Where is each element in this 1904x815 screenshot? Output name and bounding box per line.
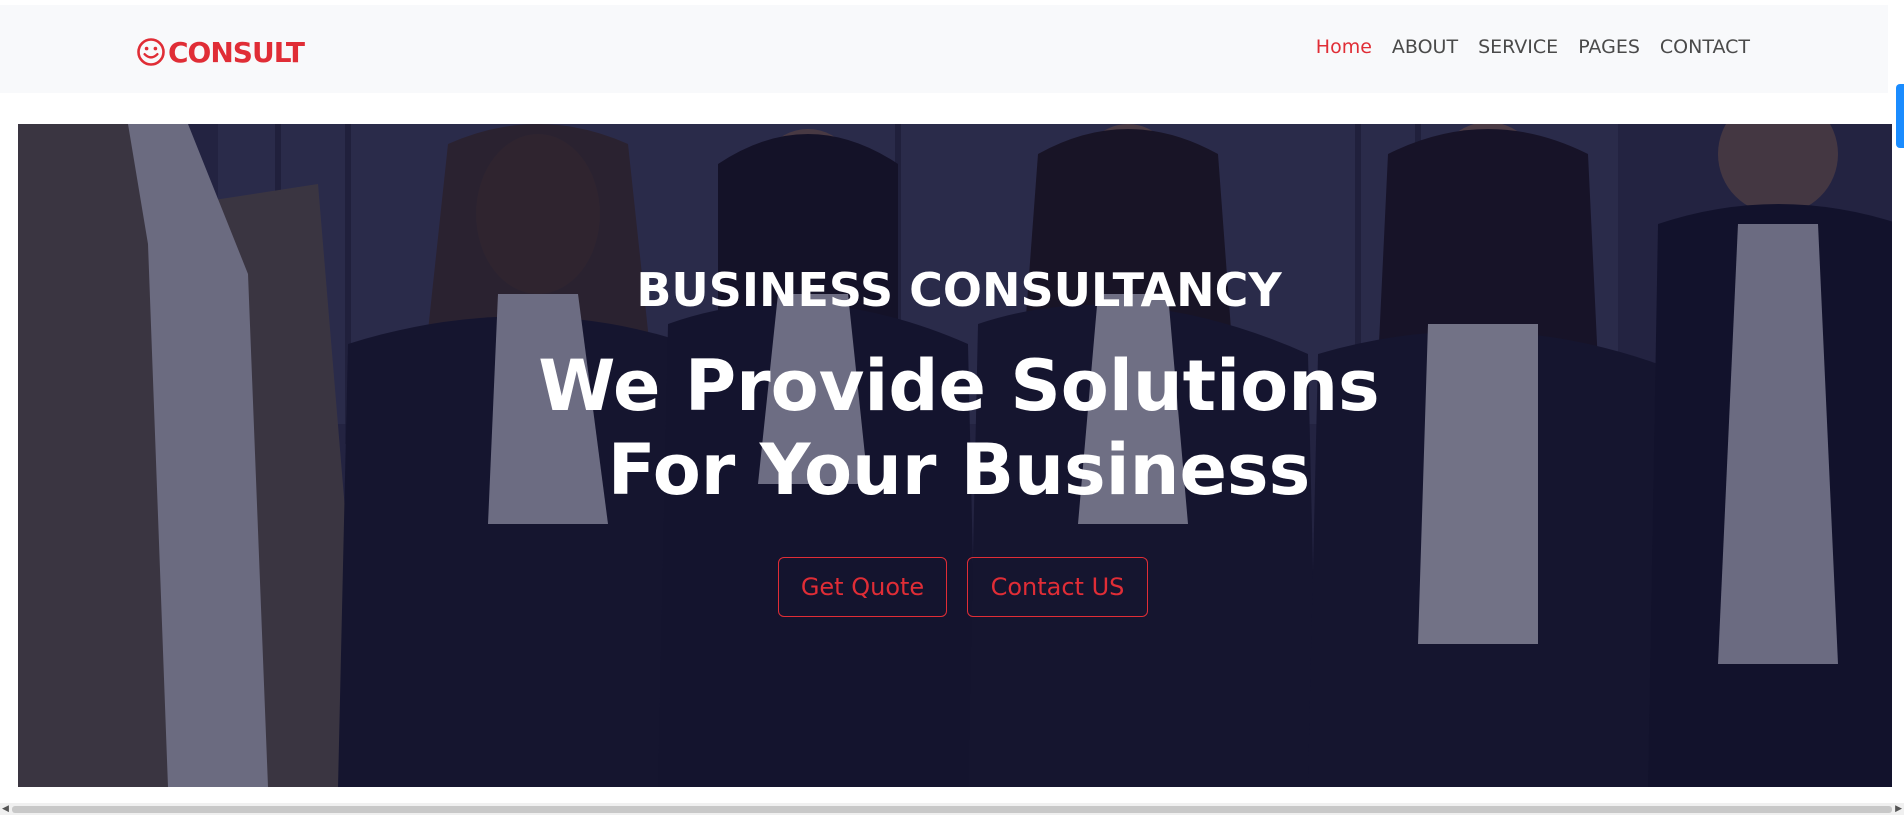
hero-title-line-1: We Provide Solutions bbox=[538, 345, 1380, 427]
horizontal-scrollbar[interactable]: ◀ ▶ bbox=[0, 803, 1904, 815]
hero-buttons: Get Quote Contact US bbox=[18, 557, 1900, 617]
brand-name: CONSULT bbox=[168, 35, 305, 69]
hero-kicker: BUSINESS CONSULTANCY bbox=[636, 263, 1282, 317]
hero-content: BUSINESS CONSULTANCY We Provide Solution… bbox=[18, 124, 1900, 787]
smiley-face-icon bbox=[137, 38, 165, 66]
vertical-scroll-thumb[interactable] bbox=[1896, 84, 1904, 148]
hero-title-line-2: For Your Business bbox=[607, 429, 1311, 511]
scroll-left-arrow-icon[interactable]: ◀ bbox=[2, 804, 9, 814]
hero-section: BUSINESS CONSULTANCY We Provide Solution… bbox=[18, 124, 1900, 787]
navbar: CONSULT Home ABOUT SERVICE PAGES CONTACT bbox=[0, 5, 1888, 93]
get-quote-button[interactable]: Get Quote bbox=[778, 557, 947, 617]
nav-contact[interactable]: CONTACT bbox=[1660, 36, 1750, 58]
contact-us-button[interactable]: Contact US bbox=[967, 557, 1148, 617]
nav-about[interactable]: ABOUT bbox=[1392, 36, 1458, 58]
hero-title: We Provide Solutions For Your Business bbox=[18, 344, 1900, 512]
nav-service[interactable]: SERVICE bbox=[1478, 36, 1558, 58]
brand-logo[interactable]: CONSULT bbox=[136, 32, 305, 72]
nav-home[interactable]: Home bbox=[1316, 36, 1372, 58]
horizontal-scroll-thumb[interactable] bbox=[12, 806, 1892, 813]
main-nav: Home ABOUT SERVICE PAGES CONTACT bbox=[1316, 36, 1750, 58]
scroll-right-arrow-icon[interactable]: ▶ bbox=[1895, 804, 1902, 814]
vertical-scrollbar[interactable] bbox=[1892, 0, 1904, 800]
nav-pages[interactable]: PAGES bbox=[1578, 36, 1640, 58]
